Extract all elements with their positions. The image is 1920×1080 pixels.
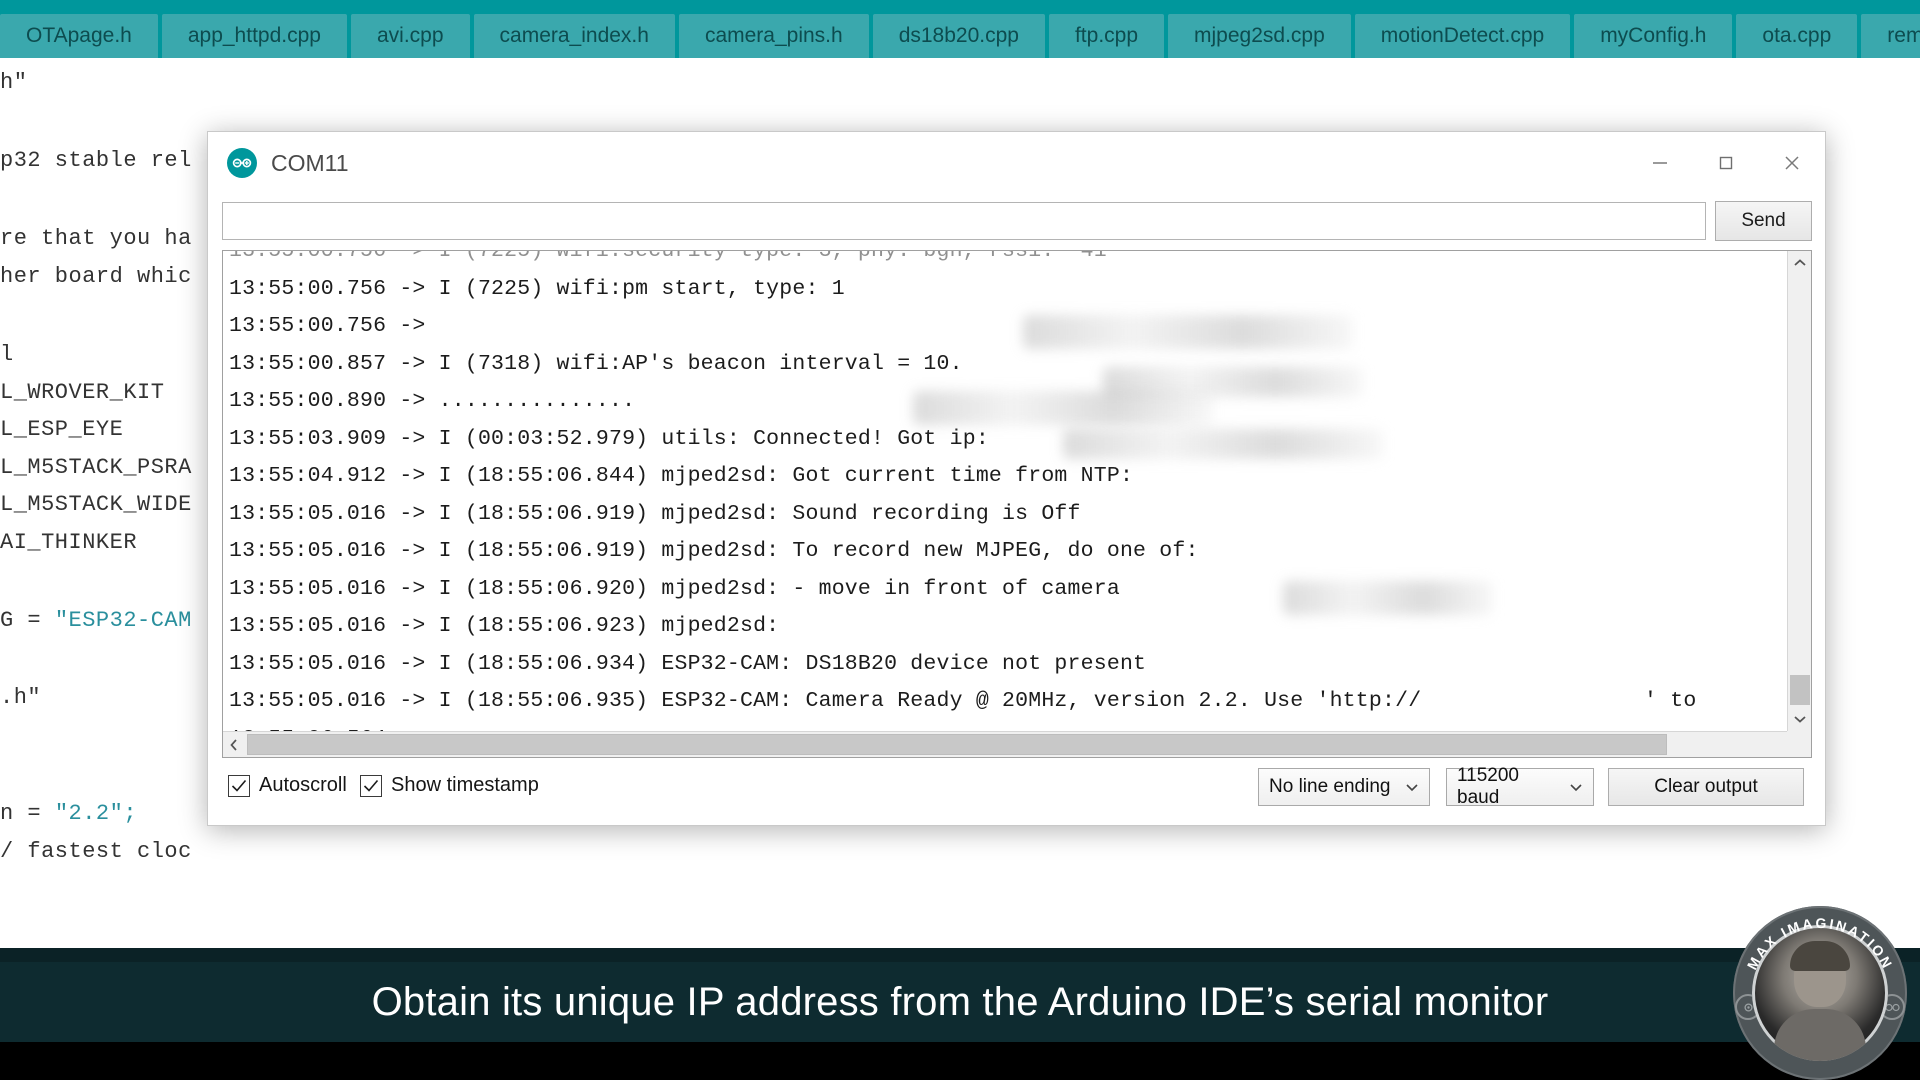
code-line: L_M5STACK_WIDE	[0, 492, 192, 517]
baud-rate-value: 115200 baud	[1457, 765, 1519, 808]
horizontal-scrollbar-thumb[interactable]	[247, 734, 1667, 755]
watermark-brand-text: MAX IMAGINATION	[1744, 915, 1897, 972]
console-line: 13:55:05.016 -> I (18:55:06.934) ESP32-C…	[229, 651, 1147, 676]
editor-tab[interactable]: camera_index.h	[473, 14, 675, 58]
vertical-scrollbar[interactable]	[1787, 251, 1811, 731]
console-line: 13:55:00.756 -> I (7225) wifi:pm start, …	[229, 276, 845, 301]
editor-tab[interactable]: avi.cpp	[350, 14, 470, 58]
send-button[interactable]: Send	[1715, 201, 1812, 241]
maximize-icon[interactable]	[1693, 132, 1759, 194]
arduino-infinity-icon	[227, 148, 257, 178]
vertical-scrollbar-thumb[interactable]	[1790, 675, 1810, 705]
serial-send-input[interactable]	[222, 202, 1706, 240]
editor-tab[interactable]: OTApage.h	[0, 14, 158, 58]
line-ending-value: No line ending	[1269, 776, 1391, 797]
code-line: re that you ha	[0, 226, 192, 251]
code-string-literal: "2.2";	[54, 801, 138, 826]
console-line: 13:55:05.016 -> I (18:55:06.935) ESP32-C…	[229, 689, 1697, 713]
code-line: .h"	[0, 685, 42, 710]
console-line: 13:55:05.016 -> I (18:55:06.923) mjped2s…	[229, 614, 780, 638]
console-line: 13:55:00.756 -> I (7225) wifi:security t…	[229, 251, 1107, 263]
scrollbar-corner	[1787, 731, 1811, 757]
send-row: Send	[208, 194, 1825, 250]
code-line: p32 stable rel	[0, 148, 192, 173]
console-line: 13:55:05.016 -> I (18:55:06.920) mjped2s…	[229, 576, 1120, 601]
redacted-value	[913, 391, 1213, 425]
editor-tab-bar: OTApage.h app_httpd.cpp avi.cpp camera_inde…	[0, 0, 1920, 58]
editor-tab[interactable]: ota.cpp	[1736, 14, 1858, 58]
chevron-left-icon[interactable]	[223, 732, 245, 757]
editor-tab[interactable]: ds18b20.cpp	[872, 14, 1045, 58]
redacted-value	[1063, 429, 1383, 459]
code-line: l	[0, 342, 14, 367]
console-line: 13:55:00.756 ->	[229, 314, 426, 338]
serial-console-frame: 13:55:00.756 -> I (7225) wifi:security t…	[222, 250, 1812, 758]
clear-output-button[interactable]: Clear output	[1608, 768, 1804, 806]
code-string-literal: "ESP32-CAM	[54, 608, 192, 633]
show-timestamp-label: Show timestamp	[391, 774, 539, 796]
console-line: 13:55:00.857 -> I (7318) wifi:AP's beaco…	[229, 351, 963, 376]
chevron-down-icon[interactable]	[1788, 707, 1811, 731]
caption-top-strip	[0, 948, 1920, 962]
svg-text:MAX IMAGINATION: MAX IMAGINATION	[1744, 915, 1897, 972]
editor-tab[interactable]: mjpeg2sd.cpp	[1168, 14, 1351, 58]
code-line: / fastest cloc	[0, 839, 192, 864]
code-line: n = "2.2";	[0, 801, 138, 826]
minimize-icon[interactable]	[1627, 132, 1693, 194]
window-controls	[1627, 132, 1825, 194]
serial-console-output[interactable]: 13:55:00.756 -> I (7225) wifi:security t…	[223, 251, 1789, 731]
autoscroll-label: Autoscroll	[259, 774, 347, 796]
autoscroll-checkbox[interactable]: Autoscroll	[228, 774, 347, 797]
console-line: 13:55:03.909 -> I (00:03:52.979) utils: …	[229, 426, 989, 451]
editor-tab[interactable]: remot	[1861, 14, 1920, 58]
channel-watermark: MAX IMAGINATION	[1733, 906, 1907, 1080]
console-line: 13:55:05.016 -> I (18:55:06.919) mjped2s…	[229, 501, 1081, 526]
checkmark-icon	[360, 774, 382, 797]
console-line: 13:55:05.016 -> I (18:55:06.919) mjped2s…	[229, 539, 1199, 563]
code-line: L_M5STACK_PSRA	[0, 455, 192, 480]
code-line: L_ESP_EYE	[0, 417, 124, 442]
serial-monitor-bottom-bar: Autoscroll Show timestamp No line ending…	[208, 758, 1825, 825]
editor-tab[interactable]: app_httpd.cpp	[161, 14, 347, 58]
close-icon[interactable]	[1759, 132, 1825, 194]
serial-monitor-title: COM11	[271, 149, 349, 176]
console-line: 13:55:04.912 -> I (18:55:06.844) mjped2s…	[229, 464, 1134, 488]
code-line: AI_THINKER	[0, 530, 138, 555]
caption-bar: Obtain its unique IP address from the Ar…	[0, 962, 1920, 1042]
code-line: h"	[0, 70, 28, 95]
baud-rate-select[interactable]: 115200 baud	[1446, 765, 1594, 808]
chevron-down-icon	[1569, 783, 1583, 792]
redacted-value	[1283, 581, 1493, 615]
horizontal-scrollbar[interactable]	[223, 731, 1811, 757]
editor-tab[interactable]: motionDetect.cpp	[1354, 14, 1571, 58]
code-line: her board whic	[0, 264, 192, 289]
caption-text: Obtain its unique IP address from the Ar…	[371, 979, 1549, 1024]
chevron-up-icon[interactable]	[1788, 251, 1811, 275]
editor-tab[interactable]: camera_pins.h	[678, 14, 869, 58]
serial-monitor-titlebar[interactable]: COM11	[208, 132, 1825, 195]
console-line: 13:55:00.890 -> ...............	[229, 389, 636, 413]
line-ending-select[interactable]: No line ending	[1258, 768, 1430, 806]
code-line: L_WROVER_KIT	[0, 380, 165, 405]
editor-tab[interactable]: ftp.cpp	[1048, 14, 1165, 58]
chevron-down-icon	[1405, 783, 1419, 792]
show-timestamp-checkbox[interactable]: Show timestamp	[360, 774, 539, 797]
code-line: G = "ESP32-CAM	[0, 608, 192, 633]
checkmark-icon	[228, 774, 250, 797]
redacted-value	[1023, 315, 1353, 349]
serial-monitor-window: COM11 Send 13:55:00.756 -> I (7225) wifi…	[207, 131, 1826, 826]
letterbox-bottom	[0, 1042, 1920, 1080]
editor-tab[interactable]: myConfig.h	[1574, 14, 1733, 58]
